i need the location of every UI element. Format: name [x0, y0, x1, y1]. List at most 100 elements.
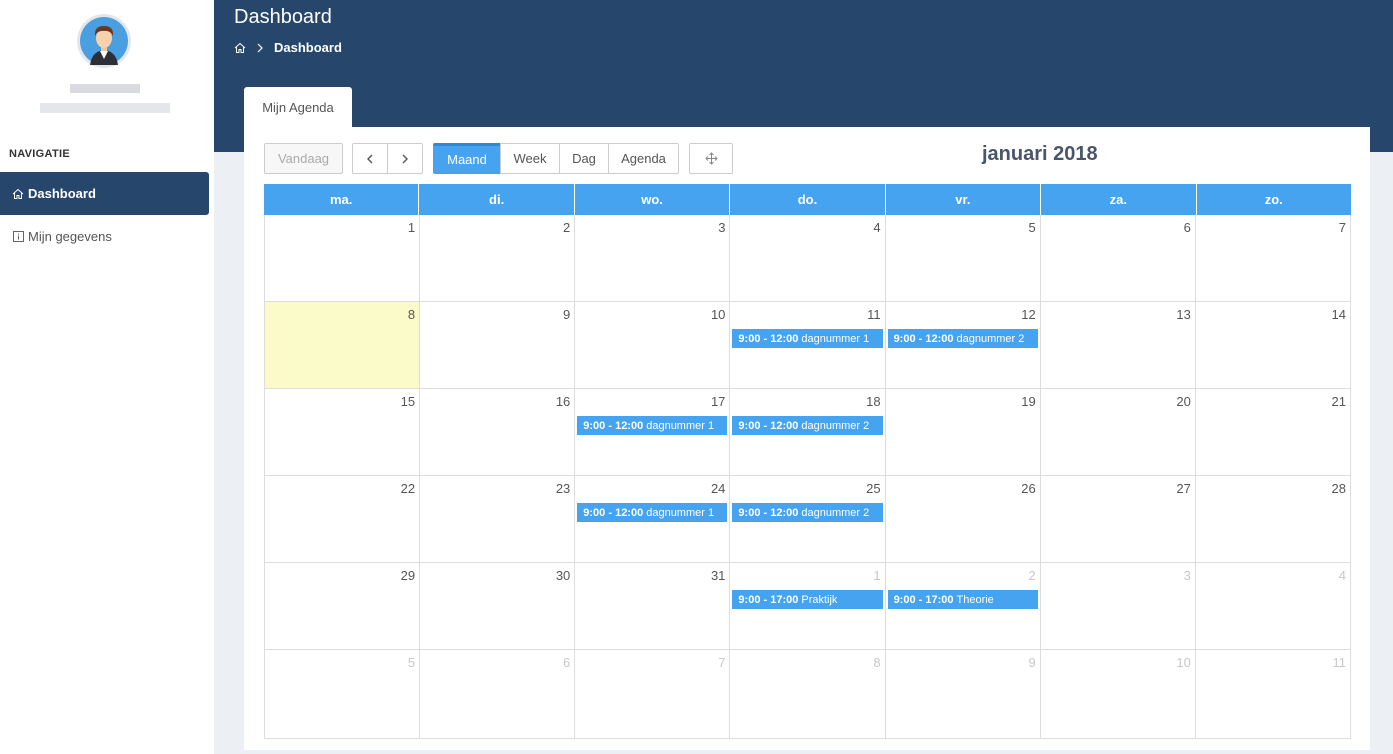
- calendar-event[interactable]: 9:00 - 12:00 dagnummer 1: [732, 329, 883, 348]
- calendar-day-cell[interactable]: 28: [1196, 476, 1351, 562]
- day-number[interactable]: 21: [1332, 394, 1346, 409]
- calendar-day-cell[interactable]: 4: [1196, 563, 1351, 649]
- day-number[interactable]: 29: [401, 568, 415, 583]
- day-number[interactable]: 9: [563, 307, 570, 322]
- calendar-day-cell[interactable]: 10: [575, 302, 731, 388]
- calendar-day-cell[interactable]: 16: [420, 389, 576, 475]
- calendar-day-cell[interactable]: 25 9:00 - 12:00 dagnummer 2: [730, 476, 886, 562]
- calendar-day-cell[interactable]: 11: [1196, 650, 1351, 738]
- calendar-day-cell[interactable]: 27: [1041, 476, 1196, 562]
- day-number[interactable]: 18: [866, 394, 880, 409]
- calendar-day-cell[interactable]: 19: [886, 389, 1041, 475]
- calendar-day-cell[interactable]: 2: [420, 215, 576, 301]
- calendar-event[interactable]: 9:00 - 12:00 dagnummer 1: [577, 503, 728, 522]
- calendar-event[interactable]: 9:00 - 12:00 dagnummer 2: [732, 503, 883, 522]
- day-number[interactable]: 1: [873, 568, 880, 583]
- calendar-day-cell[interactable]: 15: [265, 389, 421, 475]
- prev-button[interactable]: [352, 143, 388, 174]
- day-number[interactable]: 30: [556, 568, 570, 583]
- day-number[interactable]: 8: [873, 655, 880, 670]
- view-day-button[interactable]: Dag: [559, 143, 609, 174]
- day-number[interactable]: 2: [1028, 568, 1035, 583]
- day-number[interactable]: 23: [556, 481, 570, 496]
- calendar-event[interactable]: 9:00 - 17:00 Theorie: [887, 590, 1038, 609]
- calendar-day-cell[interactable]: 21: [1196, 389, 1351, 475]
- calendar-day-cell[interactable]: 4: [730, 215, 886, 301]
- sidebar-item-mijn-gegevens[interactable]: Mijn gegevens: [0, 215, 209, 258]
- day-number[interactable]: 2: [563, 220, 570, 235]
- calendar-day-cell[interactable]: 9: [886, 650, 1041, 738]
- home-icon[interactable]: [234, 42, 246, 54]
- calendar-event[interactable]: 9:00 - 17:00 Praktijk: [732, 590, 883, 609]
- day-number[interactable]: 28: [1332, 481, 1346, 496]
- avatar[interactable]: [77, 14, 131, 68]
- calendar-day-cell[interactable]: 22: [265, 476, 421, 562]
- day-number[interactable]: 7: [1339, 220, 1346, 235]
- day-number[interactable]: 13: [1176, 307, 1190, 322]
- day-number[interactable]: 7: [718, 655, 725, 670]
- calendar-day-cell[interactable]: 7: [1196, 215, 1351, 301]
- calendar-day-cell[interactable]: 5: [265, 650, 421, 738]
- calendar-day-cell[interactable]: 29: [265, 563, 421, 649]
- day-number[interactable]: 5: [1028, 220, 1035, 235]
- day-number[interactable]: 14: [1332, 307, 1346, 322]
- calendar-event[interactable]: 9:00 - 12:00 dagnummer 1: [577, 416, 728, 435]
- day-number[interactable]: 12: [1021, 307, 1035, 322]
- day-number[interactable]: 10: [1176, 655, 1190, 670]
- calendar-event[interactable]: 9:00 - 12:00 dagnummer 2: [887, 329, 1038, 348]
- view-agenda-button[interactable]: Agenda: [608, 143, 679, 174]
- calendar-day-cell[interactable]: 1 9:00 - 17:00 Praktijk: [730, 563, 886, 649]
- calendar-day-cell[interactable]: 3: [575, 215, 731, 301]
- calendar-day-cell[interactable]: 6: [1041, 215, 1196, 301]
- fullscreen-button[interactable]: [689, 143, 733, 174]
- day-number[interactable]: 5: [408, 655, 415, 670]
- day-number[interactable]: 24: [711, 481, 725, 496]
- calendar-day-cell[interactable]: 26: [886, 476, 1041, 562]
- today-button[interactable]: Vandaag: [264, 143, 343, 174]
- calendar-day-cell[interactable]: 20: [1041, 389, 1196, 475]
- day-number[interactable]: 19: [1021, 394, 1035, 409]
- calendar-day-cell[interactable]: 13: [1041, 302, 1196, 388]
- day-number[interactable]: 4: [1339, 568, 1346, 583]
- calendar-day-cell[interactable]: 17 9:00 - 12:00 dagnummer 1: [575, 389, 731, 475]
- day-number[interactable]: 11: [1332, 655, 1346, 670]
- day-number[interactable]: 25: [866, 481, 880, 496]
- calendar-day-cell[interactable]: 31: [575, 563, 731, 649]
- calendar-day-cell[interactable]: 23: [420, 476, 576, 562]
- calendar-day-cell[interactable]: 3: [1041, 563, 1196, 649]
- calendar-day-cell[interactable]: 24 9:00 - 12:00 dagnummer 1: [575, 476, 731, 562]
- day-number[interactable]: 26: [1021, 481, 1035, 496]
- calendar-day-cell[interactable]: 10: [1041, 650, 1196, 738]
- day-number[interactable]: 10: [711, 307, 725, 322]
- day-number[interactable]: 8: [408, 307, 415, 322]
- day-number[interactable]: 17: [711, 394, 725, 409]
- calendar-day-cell[interactable]: 8: [265, 302, 421, 388]
- calendar-day-cell[interactable]: 14: [1196, 302, 1351, 388]
- calendar-day-cell[interactable]: 2 9:00 - 17:00 Theorie: [886, 563, 1041, 649]
- day-number[interactable]: 11: [867, 307, 881, 322]
- day-number[interactable]: 4: [873, 220, 880, 235]
- calendar-day-cell[interactable]: 8: [730, 650, 886, 738]
- day-number[interactable]: 6: [1184, 220, 1191, 235]
- day-number[interactable]: 9: [1028, 655, 1035, 670]
- next-button[interactable]: [387, 143, 423, 174]
- calendar-day-cell[interactable]: 5: [886, 215, 1041, 301]
- day-number[interactable]: 31: [711, 568, 725, 583]
- calendar-event[interactable]: 9:00 - 12:00 dagnummer 2: [732, 416, 883, 435]
- day-number[interactable]: 15: [401, 394, 415, 409]
- calendar-day-cell[interactable]: 12 9:00 - 12:00 dagnummer 2: [886, 302, 1041, 388]
- view-month-button[interactable]: Maand: [433, 143, 501, 174]
- day-number[interactable]: 20: [1176, 394, 1190, 409]
- calendar-day-cell[interactable]: 6: [420, 650, 576, 738]
- calendar-day-cell[interactable]: 11 9:00 - 12:00 dagnummer 1: [730, 302, 886, 388]
- day-number[interactable]: 1: [408, 220, 415, 235]
- day-number[interactable]: 6: [563, 655, 570, 670]
- calendar-day-cell[interactable]: 18 9:00 - 12:00 dagnummer 2: [730, 389, 886, 475]
- day-number[interactable]: 22: [401, 481, 415, 496]
- day-number[interactable]: 27: [1176, 481, 1190, 496]
- view-week-button[interactable]: Week: [500, 143, 560, 174]
- calendar-day-cell[interactable]: 30: [420, 563, 576, 649]
- sidebar-item-dashboard[interactable]: Dashboard: [0, 172, 209, 215]
- day-number[interactable]: 16: [556, 394, 570, 409]
- tab-mijn-agenda[interactable]: Mijn Agenda: [244, 87, 352, 127]
